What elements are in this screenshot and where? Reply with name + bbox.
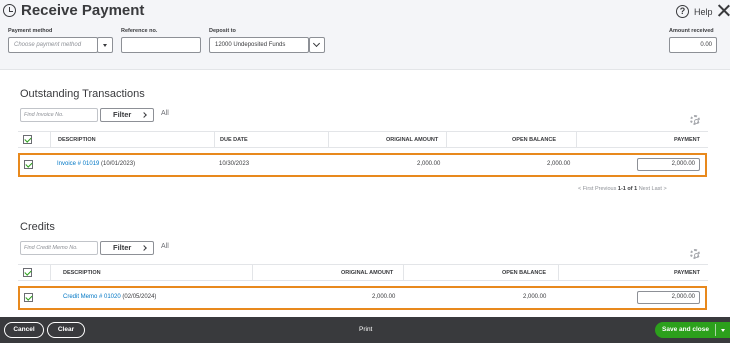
payment-method-select[interactable]: Choose payment method — [8, 37, 98, 53]
column-header-due-date: DUE DATE — [220, 137, 248, 143]
reference-input[interactable] — [121, 37, 201, 53]
payment-method-placeholder: Choose payment method — [14, 42, 82, 48]
pagination: < First Previous 1-1 of 1 Next Last > — [578, 186, 667, 192]
open-balance-cell: 2,000.00 — [523, 294, 547, 300]
chevron-right-icon — [141, 244, 147, 251]
amount-received-label: Amount received — [669, 28, 714, 34]
outstanding-filter-button[interactable]: Filter — [100, 108, 154, 122]
table-row[interactable]: Invoice # 01019 (10/01/2023) 10/30/2023 … — [18, 153, 707, 177]
header-panel: Receive Payment ? Help Payment method Ch… — [0, 0, 730, 70]
original-amount-cell: 2,000.00 — [417, 161, 441, 167]
column-header-payment: PAYMENT — [674, 137, 700, 143]
column-header-open-balance: OPEN BALANCE — [512, 137, 557, 143]
clear-button[interactable]: Clear — [47, 322, 85, 338]
pager-first[interactable]: < First — [578, 186, 593, 192]
payment-input[interactable]: 2,000.00 — [637, 291, 700, 304]
column-divider — [558, 265, 559, 281]
outstanding-table-header: DESCRIPTION DUE DATE ORIGINAL AMOUNT OPE… — [18, 131, 708, 148]
help-button[interactable]: ? Help — [676, 5, 713, 18]
footer-bar: Cancel Clear Print Save and close — [0, 317, 730, 343]
outstanding-all-label: All — [161, 110, 169, 117]
caret-down-icon[interactable] — [721, 329, 725, 332]
credits-filter-button[interactable]: Filter — [100, 241, 154, 255]
select-all-checkbox[interactable] — [23, 135, 32, 144]
column-header-original-amount: ORIGINAL AMOUNT — [341, 270, 394, 276]
close-icon[interactable] — [717, 4, 730, 17]
column-divider — [576, 132, 577, 148]
amount-received-input[interactable]: 0.00 — [669, 37, 717, 53]
column-header-payment: PAYMENT — [674, 270, 700, 276]
description-cell: Invoice # 01019 (10/01/2023) — [57, 161, 135, 167]
chevron-down-icon — [312, 39, 321, 48]
payment-method-label: Payment method — [8, 28, 53, 34]
column-divider — [252, 265, 253, 281]
column-header-description: DESCRIPTION — [63, 270, 101, 276]
invoice-link[interactable]: Invoice # 01019 — [57, 161, 99, 167]
cancel-button[interactable]: Cancel — [4, 322, 44, 338]
column-divider — [50, 132, 51, 148]
reference-label: Reference no. — [121, 28, 158, 34]
payment-method-dropdown-button[interactable] — [97, 37, 113, 53]
credits-table-header: DESCRIPTION ORIGINAL AMOUNT OPEN BALANCE… — [18, 264, 708, 281]
button-divider — [715, 324, 716, 336]
caret-down-icon — [103, 44, 107, 47]
pager-range: 1-1 of 1 — [617, 186, 638, 192]
column-divider — [403, 265, 404, 281]
chevron-right-icon — [141, 111, 147, 118]
deposit-to-dropdown-button[interactable] — [309, 37, 325, 53]
credits-all-label: All — [161, 243, 169, 250]
save-label: Save and close — [662, 326, 709, 333]
column-divider — [446, 132, 447, 148]
deposit-to-select[interactable]: 12000 Undeposited Funds — [209, 37, 309, 53]
gear-icon[interactable] — [690, 115, 700, 125]
column-divider — [50, 265, 51, 281]
save-and-close-button[interactable]: Save and close — [655, 322, 730, 338]
print-button[interactable]: Print — [359, 326, 372, 333]
pager-previous[interactable]: Previous — [595, 186, 616, 192]
history-icon[interactable] — [3, 4, 16, 17]
invoice-date: (10/01/2023) — [101, 161, 136, 167]
column-header-original-amount: ORIGINAL AMOUNT — [386, 137, 439, 143]
find-credit-memo-input[interactable]: Find Credit Memo No. — [20, 241, 98, 255]
deposit-to-label: Deposit to — [209, 28, 236, 34]
select-all-checkbox[interactable] — [23, 268, 32, 277]
description-cell: Credit Memo # 01020 (02/05/2024) — [63, 294, 156, 300]
credit-memo-link[interactable]: Credit Memo # 01020 — [63, 294, 121, 300]
column-header-open-balance: OPEN BALANCE — [502, 270, 547, 276]
due-date-cell: 10/30/2023 — [219, 161, 250, 167]
question-circle-icon: ? — [676, 5, 689, 18]
find-invoice-input[interactable]: Find Invoice No. — [20, 108, 98, 122]
pager-next[interactable]: Next — [639, 186, 650, 192]
open-balance-cell: 2,000.00 — [547, 161, 571, 167]
table-row[interactable]: Credit Memo # 01020 (02/05/2024) 2,000.0… — [18, 286, 707, 310]
filter-label: Filter — [113, 243, 132, 252]
help-label: Help — [694, 6, 713, 17]
column-divider — [214, 132, 215, 148]
credits-section-title: Credits — [20, 221, 55, 233]
payment-input[interactable]: 2,000.00 — [637, 158, 700, 171]
pager-last[interactable]: Last > — [652, 186, 667, 192]
row-checkbox[interactable] — [24, 160, 33, 169]
original-amount-cell: 2,000.00 — [372, 294, 396, 300]
column-header-description: DESCRIPTION — [58, 137, 96, 143]
gear-icon[interactable] — [690, 249, 700, 259]
filter-label: Filter — [113, 110, 132, 119]
row-checkbox[interactable] — [24, 293, 33, 302]
column-divider — [328, 132, 329, 148]
credit-memo-date: (02/05/2024) — [122, 294, 157, 300]
page-title: Receive Payment — [21, 2, 145, 19]
outstanding-section-title: Outstanding Transactions — [20, 88, 145, 100]
